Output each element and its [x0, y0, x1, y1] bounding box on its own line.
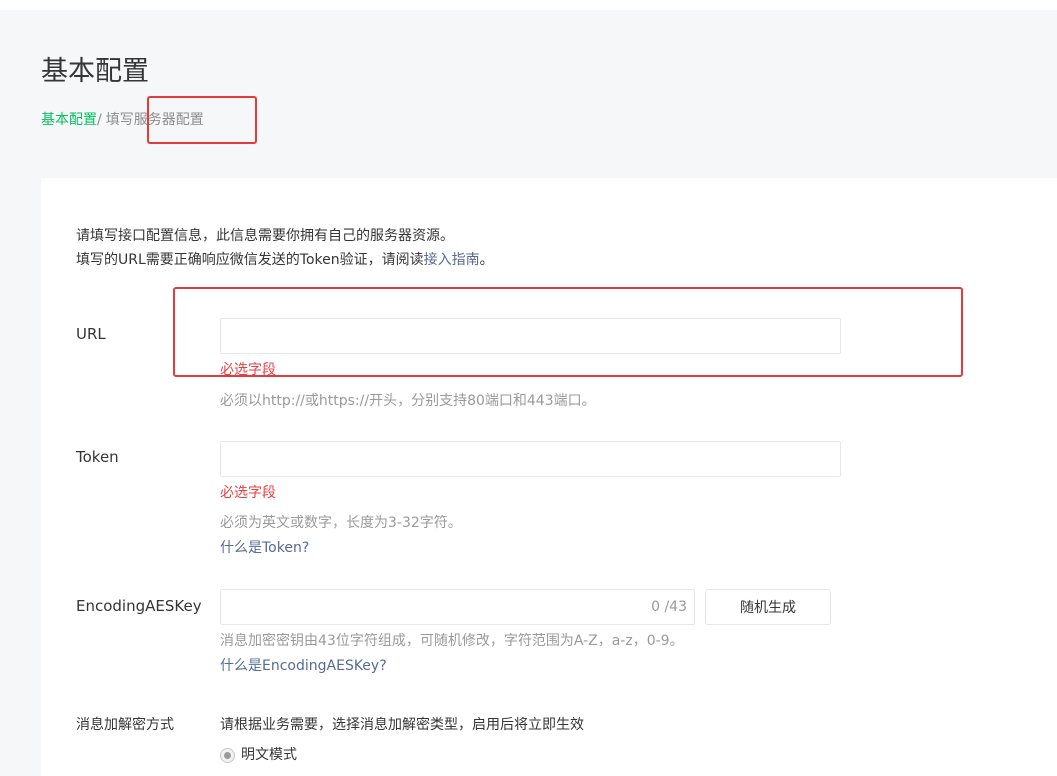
intro-text: 请填写接口配置信息，此信息需要你拥有自己的服务器资源。 填写的URL需要正确响应…	[76, 224, 494, 272]
radio-dot	[224, 751, 231, 759]
aes-key-tip: 消息加密密钥由43位字符组成，可随机修改，字符范围为A-Z，a-z，0-9。	[220, 633, 684, 649]
config-card: 请填写接口配置信息，此信息需要你拥有自己的服务器资源。 填写的URL需要正确响应…	[41, 178, 1057, 776]
what-is-token-link[interactable]: 什么是Token?	[220, 537, 309, 559]
url-label: URL	[76, 325, 106, 343]
intro-line-1: 请填写接口配置信息，此信息需要你拥有自己的服务器资源。	[76, 228, 454, 244]
intro-line-2: 填写的URL需要正确响应微信发送的Token验证，请阅读接入指南。	[76, 248, 494, 272]
what-is-aes-key-link[interactable]: 什么是EncodingAESKey?	[220, 655, 387, 677]
token-tip: 必须为英文或数字，长度为3-32字符。	[220, 515, 462, 531]
token-label: Token	[76, 448, 119, 466]
breadcrumb-separator: /	[97, 112, 102, 128]
token-error: 必选字段	[220, 485, 276, 501]
aes-key-label: EncodingAESKey	[76, 597, 202, 615]
aes-key-counter: 0 /43	[651, 599, 687, 615]
url-input[interactable]	[220, 318, 841, 354]
top-bar	[0, 0, 1057, 10]
url-error: 必选字段	[220, 362, 276, 378]
breadcrumb-current: 填写服务器配置	[105, 112, 204, 128]
breadcrumb-home-link[interactable]: 基本配置	[41, 112, 97, 128]
access-guide-link[interactable]: 接入指南	[424, 252, 480, 268]
plaintext-mode-option[interactable]: 明文模式	[220, 744, 297, 766]
radio-selected-icon[interactable]	[220, 747, 235, 763]
breadcrumb: 基本配置/填写服务器配置	[41, 110, 204, 130]
token-input[interactable]	[220, 441, 841, 477]
url-tip: 必须以http://或https://开头，分别支持80端口和443端口。	[220, 393, 596, 409]
random-generate-button[interactable]: 随机生成	[705, 589, 831, 625]
encrypt-mode-description: 请根据业务需要，选择消息加解密类型，启用后将立即生效	[220, 717, 584, 733]
page-title: 基本配置	[41, 56, 149, 87]
encrypt-mode-label: 消息加解密方式	[76, 717, 174, 733]
intro-line-2-suffix: 。	[479, 252, 494, 268]
plaintext-mode-label: 明文模式	[241, 747, 297, 763]
intro-line-2-text: 填写的URL需要正确响应微信发送的Token验证，请阅读	[76, 252, 424, 268]
